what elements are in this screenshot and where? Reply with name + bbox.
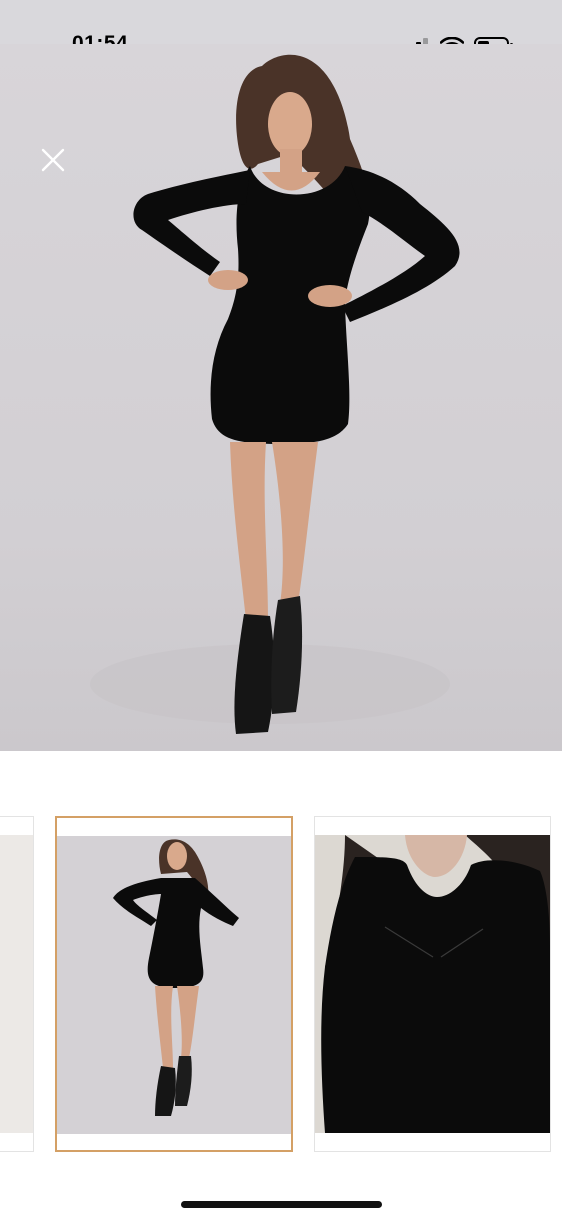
home-indicator[interactable] — [181, 1201, 382, 1208]
thumbnail-prev[interactable] — [0, 816, 34, 1152]
status-bar: 01:54 — [0, 0, 562, 55]
close-button[interactable] — [38, 145, 68, 175]
thumbnail-image — [315, 835, 550, 1133]
product-main-image — [0, 44, 562, 751]
thumbnail-selected[interactable] — [55, 816, 293, 1152]
model-figure — [90, 54, 460, 734]
thumbnail-strip[interactable] — [0, 816, 562, 1154]
thumbnail-image — [0, 835, 33, 1133]
thumbnail-image — [57, 836, 291, 1134]
thumbnail-next[interactable] — [314, 816, 551, 1152]
close-icon — [41, 148, 65, 172]
